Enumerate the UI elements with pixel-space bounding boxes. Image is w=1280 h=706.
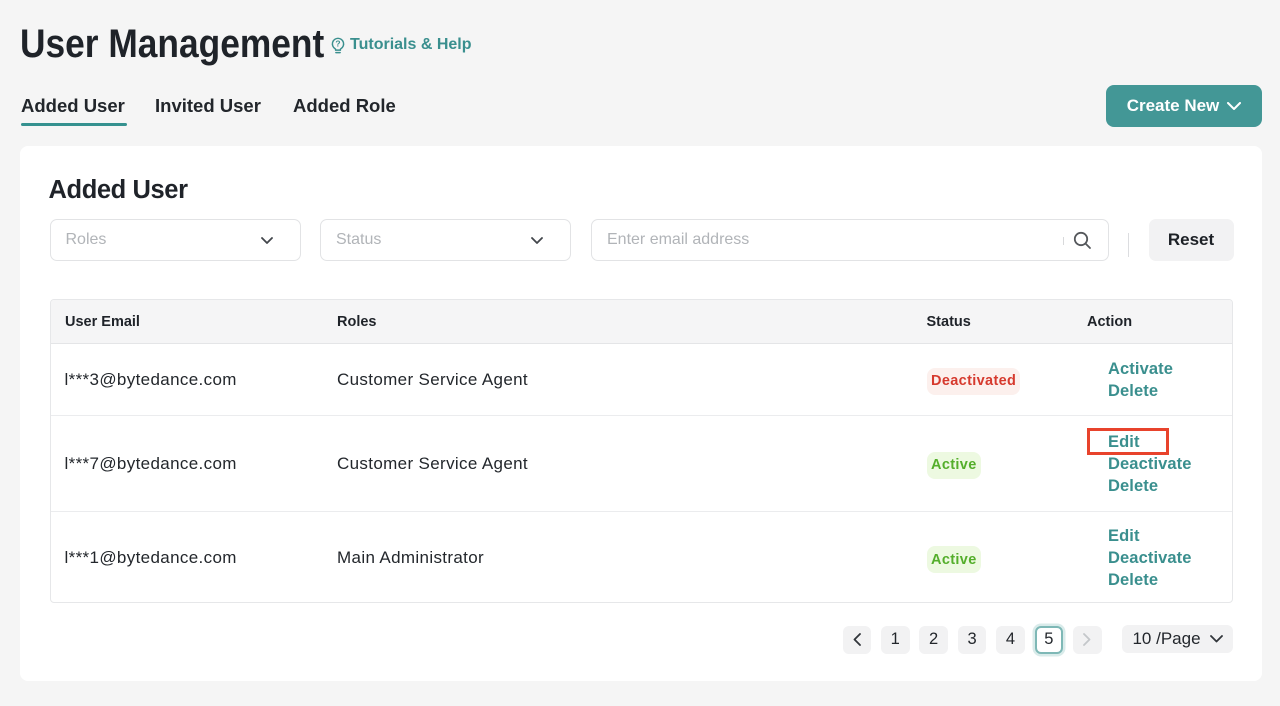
svg-text:?: ? bbox=[335, 38, 340, 48]
